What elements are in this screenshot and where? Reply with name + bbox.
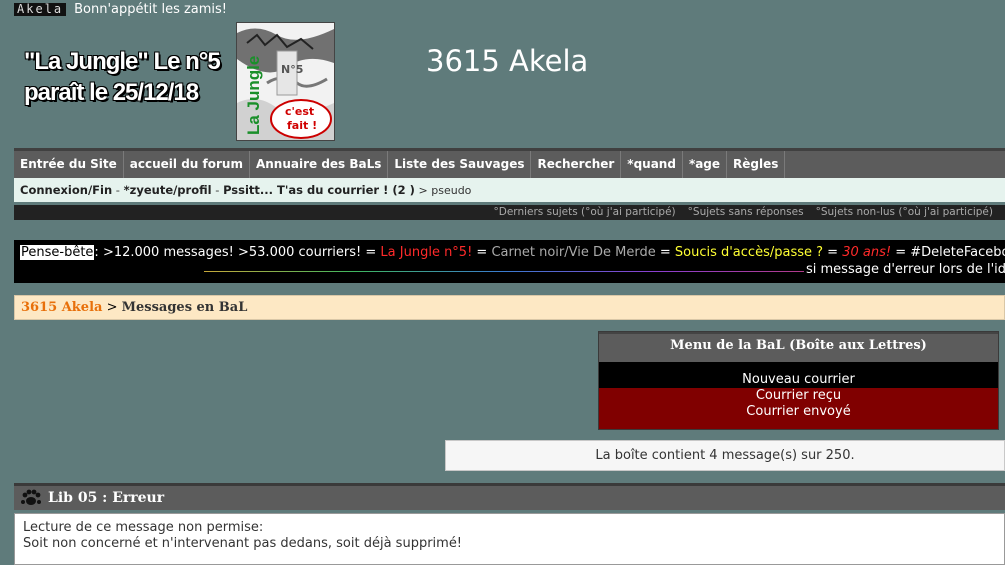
error-line-2: Soit non concerné et n'intervenant pas d… [23,536,463,551]
svg-text:c'est: c'est [285,105,314,118]
jungle-cover-image[interactable]: N°5 La Jungle c'est fait ! [236,22,335,141]
breadcrumb-home-link[interactable]: 3615 Akela [21,300,102,315]
latest-topics-link[interactable]: °Derniers sujets (°où j'ai participé) [494,205,676,220]
jungle-promo[interactable]: "La Jungle" Le n°5 paraît le 25/12/18 [24,46,234,108]
nav-entree-du-site[interactable]: Entrée du Site [14,151,124,178]
mail-count: 2 [397,183,406,197]
nav-liste-sauvages[interactable]: Liste des Sauvages [388,151,532,178]
ticker-line-2: si message d'erreur lors de l'identifica… [806,262,1005,277]
promo-line-2: paraît le 25/12/18 [24,79,199,106]
main-navbar: Entrée du Site accueil du forum Annuaire… [14,148,1005,178]
cover-art: N°5 La Jungle c'est fait ! [237,23,334,140]
unanswered-topics-link[interactable]: °Sujets sans réponses [688,205,804,220]
nav-age[interactable]: *age [683,151,728,178]
tagline: Bonn'appétit les zamis! [74,1,228,17]
site-title: 3615 Akela [426,44,589,78]
breadcrumb: 3615 Akela > Messages en BaL [14,295,1005,320]
ticker-jungle-link[interactable]: La Jungle n°5! [380,245,472,260]
ticker-carnet-link[interactable]: Carnet noir/Vie De Merde [491,245,655,260]
pseudo-label: > pseudo [418,184,472,197]
topic-links-bar: °Derniers sujets (°où j'ai participé) °S… [14,205,1005,220]
pense-bete-label: Pense-bête [20,245,95,260]
akela-logo[interactable]: Akela [14,2,67,16]
paw-icon [21,489,41,505]
user-bar: Connexion/Fin - *zyeute/profil - Pssitt.… [14,178,1005,202]
received-mail-link[interactable]: Courrier reçu [599,388,998,404]
new-mail-link[interactable]: Nouveau courrier [599,362,998,388]
cover-number: N°5 [281,63,303,76]
rainbow-divider [204,271,804,272]
ticker-access-link[interactable]: Soucis d'accès/passe ? [675,245,823,260]
news-ticker: Pense-bête: >12.000 messages! >53.000 co… [14,240,1005,283]
nav-regles[interactable]: Règles [727,151,786,178]
breadcrumb-current: Messages en BaL [121,300,248,315]
mailbox-capacity: La boîte contient 4 message(s) sur 250. [445,440,1005,471]
nav-annuaire-bals[interactable]: Annuaire des BaLs [250,151,389,178]
login-link[interactable]: Connexion/Fin [20,183,112,197]
ticker-deletefacebook: #DeleteFacebook [910,245,1005,260]
nav-accueil-forum[interactable]: accueil du forum [124,151,250,178]
error-title: Lib 05 : Erreur [48,489,165,506]
bal-menu: Menu de la BaL (Boîte aux Lettres) Nouve… [598,331,999,430]
svg-text:fait !: fait ! [287,119,317,132]
profile-link[interactable]: *zyeute/profil [124,183,212,197]
nav-quand[interactable]: *quand [621,151,683,178]
error-header: Lib 05 : Erreur [14,483,1005,510]
bal-menu-title: Menu de la BaL (Boîte aux Lettres) [599,332,998,362]
ticker-line-1: Pense-bête: >12.000 messages! >53.000 co… [20,245,1005,260]
mail-notice-link[interactable]: Pssitt... T'as du courrier ! (2 ) [223,183,415,197]
ticker-30ans-link[interactable]: 30 ans! [842,245,891,260]
unread-topics-link[interactable]: °Sujets non-lus (°où j'ai participé) [816,205,993,220]
nav-rechercher[interactable]: Rechercher [531,151,622,178]
promo-line-1: "La Jungle" Le n°5 [24,48,221,75]
error-line-1: Lecture de ce message non permise: [23,520,264,535]
cover-vertical-title: La Jungle [244,56,263,135]
error-message: Lecture de ce message non permise: Soit … [14,513,1005,565]
sent-mail-link[interactable]: Courrier envoyé [599,404,998,420]
top-line: Akela Bonn'appétit les zamis! [14,1,227,17]
